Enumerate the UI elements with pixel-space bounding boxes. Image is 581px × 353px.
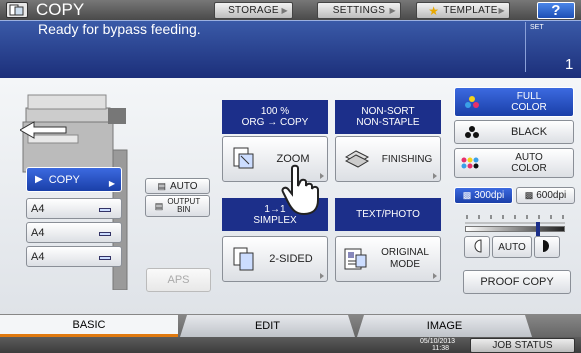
black-button[interactable]: BLACK (454, 120, 574, 144)
full-color-button[interactable]: FULL COLOR (454, 87, 574, 117)
darker-icon (542, 239, 552, 256)
tab-edit-label: EDIT (254, 320, 281, 332)
tray-2-button[interactable]: A4 (26, 222, 122, 243)
tray-icon (99, 232, 111, 236)
tray-icon (99, 256, 111, 260)
black-icon (465, 126, 479, 141)
tab-edit[interactable]: EDIT (180, 315, 355, 337)
density-scale (465, 211, 565, 225)
proof-copy-label: PROOF COPY (480, 276, 554, 288)
zoom-icon (233, 147, 255, 172)
auto-color-label: AUTO COLOR (511, 152, 547, 174)
finishing-button[interactable]: FINISHING (335, 136, 441, 182)
hand-pointer-icon (280, 164, 322, 221)
bypass-arrow-icon (18, 120, 68, 145)
tab-basic-label: BASIC (72, 318, 106, 331)
density-auto-label: AUTO (498, 241, 526, 253)
zoom-info-label: 100 % ORG → COPY (241, 106, 309, 128)
tab-image-label: IMAGE (426, 320, 463, 332)
storage-button[interactable]: STORAGE ▶ (214, 2, 293, 19)
set-count: 1 (565, 56, 574, 73)
finishing-label: FINISHING (381, 153, 433, 165)
original-info: TEXT/PHOTO (335, 198, 441, 231)
job-status-button[interactable]: JOB STATUS (470, 338, 575, 353)
density-marker (535, 222, 540, 236)
density-lighter-button[interactable] (464, 236, 490, 258)
time-text: 11:38 (432, 345, 449, 352)
finishing-info: NON-SORT NON-STAPLE (335, 100, 441, 134)
density-darker-button[interactable] (534, 236, 560, 258)
finishing-info-label: NON-SORT NON-STAPLE (356, 106, 420, 128)
app-title: COPY (36, 0, 85, 19)
auto-color-icon (461, 157, 481, 172)
template-label: TEMPLATE (443, 5, 498, 16)
resolution-600-label: 600dpi (536, 190, 567, 201)
original-mode-button[interactable]: ORIGINAL MODE (335, 236, 441, 282)
zoom-info: 100 % ORG → COPY (222, 100, 328, 134)
auto-paper-label: AUTO (169, 180, 198, 192)
proof-copy-button[interactable]: PROOF COPY (463, 270, 571, 294)
settings-button[interactable]: SETTINGS ▶ (317, 2, 401, 19)
two-sided-button[interactable]: 2-SIDED (222, 236, 328, 282)
output-bin-label: OUTPUT BIN (167, 197, 201, 214)
tray-1-button[interactable]: A4 (26, 198, 122, 219)
full-color-icon (465, 96, 479, 111)
tab-image[interactable]: IMAGE (357, 315, 532, 337)
tray-2-label: A4 (31, 226, 45, 239)
copy-source-button[interactable]: ▶ COPY ▶ (26, 167, 122, 192)
density-slider[interactable] (465, 226, 565, 232)
copy-source-label: COPY (48, 173, 80, 186)
status-message: Ready for bypass feeding. (38, 21, 201, 37)
aps-label: APS (167, 274, 190, 286)
original-mode-icon (344, 247, 368, 274)
original-mode-label: ORIGINAL MODE (381, 247, 429, 270)
dpi-600-icon: ▩ (524, 190, 534, 200)
resolution-300-label: 300dpi (474, 190, 505, 201)
date-text: 05/10/2013 (420, 338, 456, 345)
aps-button[interactable]: APS (146, 268, 211, 292)
set-label: SET (530, 24, 544, 31)
full-color-label: FULL COLOR (511, 91, 547, 113)
black-label: BLACK (510, 126, 548, 138)
template-button[interactable]: ★ TEMPLATE ▶ (416, 2, 510, 19)
auto-color-button[interactable]: AUTO COLOR (454, 148, 574, 178)
settings-label: SETTINGS (332, 5, 386, 16)
finishing-icon (344, 147, 370, 172)
star-icon: ★ (428, 3, 440, 18)
help-button[interactable]: ? (537, 2, 575, 19)
copy-app-icon (6, 2, 28, 18)
output-bin-button[interactable]: ▤ OUTPUT BIN (145, 195, 210, 217)
auto-paper-button[interactable]: ▤ AUTO (145, 178, 210, 194)
copy-tray-icon: ▶ (35, 174, 43, 185)
density-auto-button[interactable]: AUTO (492, 236, 532, 258)
tray-3-label: A4 (31, 250, 45, 263)
resolution-300-button[interactable]: ▩ 300dpi (454, 187, 513, 204)
help-label: ? (551, 2, 561, 19)
dpi-300-icon: ▩ (462, 190, 472, 200)
storage-label: STORAGE (228, 5, 279, 16)
original-info-label: TEXT/PHOTO (356, 209, 420, 220)
lighter-icon (472, 238, 482, 256)
job-status-label: JOB STATUS (492, 340, 553, 351)
two-sided-label: 2-SIDED (269, 253, 313, 265)
two-sided-icon (233, 247, 255, 274)
resolution-600-button[interactable]: ▩ 600dpi (516, 187, 575, 204)
tab-basic[interactable]: BASIC (0, 315, 178, 337)
tray-1-label: A4 (31, 202, 45, 215)
output-bin-icon: ▤ (154, 201, 164, 211)
tray-3-button[interactable]: A4 (26, 246, 122, 267)
tray-icon (99, 208, 111, 212)
auto-paper-icon: ▤ (157, 180, 166, 191)
set-divider (525, 22, 526, 72)
